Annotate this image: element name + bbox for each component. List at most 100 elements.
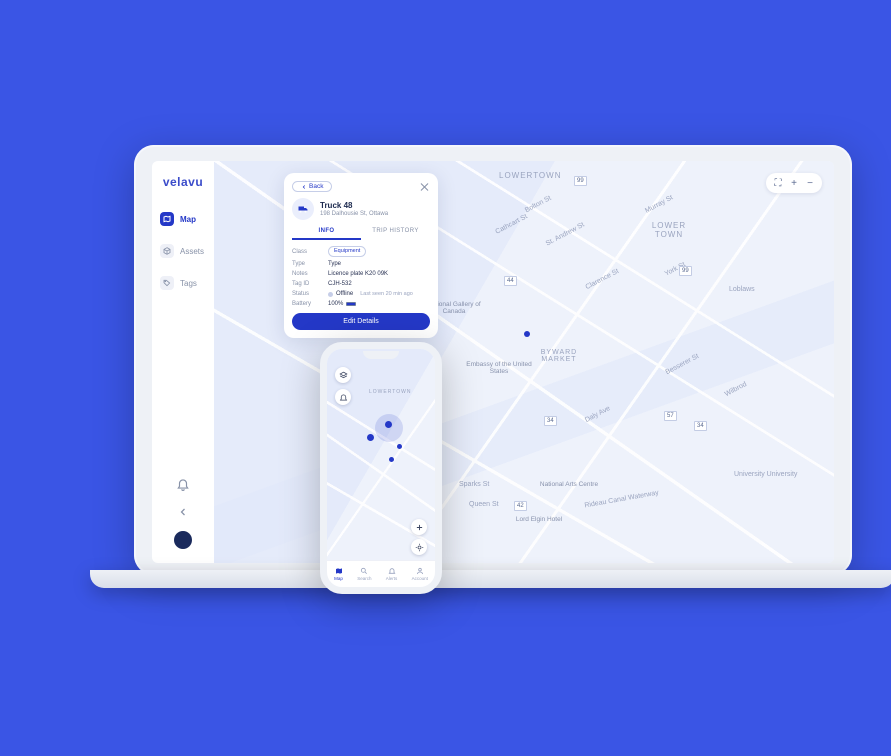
phone-tab-map[interactable]: Map (334, 567, 343, 581)
battery-icon (346, 302, 356, 306)
laptop-frame: velavu Map Assets Ta (134, 145, 852, 575)
map-zoom-out-button[interactable]: − (804, 177, 816, 189)
sidebar-item-tags[interactable]: Tags (152, 273, 214, 293)
field-value-status: Offline (336, 291, 353, 297)
asset-title: Truck 48 (320, 201, 388, 210)
phone-add-button[interactable] (411, 519, 427, 535)
field-value-notes: Licence plate K20 09K (328, 271, 388, 277)
street-cathcart: Cathcart St (494, 213, 528, 236)
field-value-tagid: CJH-532 (328, 281, 352, 287)
phone-tab-account[interactable]: Account (412, 567, 428, 581)
back-button[interactable]: Back (292, 181, 332, 192)
route-99b: 99 (679, 266, 692, 276)
map-zoom-in-button[interactable]: + (788, 177, 800, 189)
area-label-lowertown: LOWERTOWN (499, 171, 561, 180)
poi-nac: National Arts Centre (534, 481, 604, 488)
field-label-notes: Notes (292, 271, 328, 277)
tab-trip-history[interactable]: TRIP HISTORY (361, 228, 430, 240)
field-value-class: Equipment (328, 246, 366, 257)
phone-tab-bar: Map Search Alerts Account (327, 561, 435, 587)
phone-locate-button[interactable] (411, 539, 427, 555)
phone-map-canvas[interactable]: LOWERTOWN (327, 349, 435, 587)
route-99: 99 (574, 176, 587, 186)
phone-area-label: LOWERTOWN (369, 389, 411, 395)
phone-frame: LOWERTOWN Map (320, 342, 442, 594)
phone-tab-label: Search (357, 576, 371, 581)
street-bolton: Bolton St (524, 195, 552, 215)
street-daly: Daly Ave (584, 405, 612, 424)
poi-lordelgin: Lord Elgin Hotel (509, 516, 569, 523)
laptop-base (90, 570, 891, 588)
sidebar-item-map[interactable]: Map (152, 209, 214, 229)
tag-icon (160, 276, 174, 290)
asset-pin[interactable] (524, 331, 530, 337)
app-screen: velavu Map Assets Ta (152, 161, 834, 563)
sidebar-item-assets[interactable]: Assets (152, 241, 214, 261)
close-icon[interactable] (420, 182, 430, 192)
phone-location-halo (375, 414, 403, 442)
street-queen: Queen St (469, 501, 499, 508)
phone-tab-label: Alerts (386, 576, 398, 581)
back-button-label: Back (309, 183, 323, 190)
street-sparks: Sparks St (459, 481, 489, 488)
area-label-lowertown2: LOWER TOWN (644, 221, 694, 239)
tab-info[interactable]: INFO (292, 228, 361, 240)
street-wilbrod: Wilbrod (724, 381, 748, 398)
cube-icon (160, 244, 174, 258)
phone-pin-1[interactable] (367, 434, 374, 441)
field-label-tagid: Tag ID (292, 281, 328, 287)
truck-icon (292, 198, 314, 220)
map-zoom-controls: ⛶ + − (766, 173, 822, 193)
map-icon (160, 212, 174, 226)
bell-icon[interactable] (176, 477, 190, 491)
sidebar: velavu Map Assets Ta (152, 161, 214, 563)
phone-tab-label: Map (334, 576, 343, 581)
route-57: 57 (664, 411, 677, 421)
map-icon (335, 567, 343, 575)
street-clarence: Clarence St (584, 268, 620, 291)
phone-layers-button[interactable] (335, 367, 351, 383)
route-34: 34 (544, 416, 557, 426)
map-recenter-button[interactable]: ⛶ (772, 177, 784, 189)
poi-loblaws: Loblaws (729, 286, 755, 293)
sidebar-item-label: Tags (180, 279, 197, 288)
status-note: Last seen 20 min ago (360, 291, 413, 297)
search-icon (360, 567, 368, 575)
route-44: 44 (504, 276, 517, 286)
field-value-type: Type (328, 261, 341, 267)
field-value-battery: 100% (328, 301, 343, 307)
phone-pin-3[interactable] (389, 457, 394, 462)
asset-detail-panel: Back Truck 48 198 Dalhousie St, Ottawa (284, 173, 438, 338)
phone-alerts-button[interactable] (335, 389, 351, 405)
sidebar-item-label: Map (180, 215, 196, 224)
field-label-class: Class (292, 249, 328, 255)
area-label-byward: BYWARD MARKET (534, 349, 584, 363)
avatar[interactable] (174, 531, 192, 549)
bell-icon (388, 567, 396, 575)
edit-details-button[interactable]: Edit Details (292, 313, 430, 330)
street-murray: Murray St (644, 194, 674, 214)
field-label-battery: Battery (292, 301, 328, 307)
phone-tab-alerts[interactable]: Alerts (386, 567, 398, 581)
status-dot-icon (328, 292, 333, 297)
brand-logo: velavu (163, 175, 203, 189)
street-besserer: Besserer St (664, 353, 700, 376)
poi-embassy: Embassy of the United States (464, 361, 534, 375)
sidebar-item-label: Assets (180, 247, 204, 256)
phone-tab-search[interactable]: Search (357, 567, 371, 581)
poi-rideau: Rideau Canal Waterway (584, 490, 659, 510)
phone-notch (363, 351, 399, 359)
route-42: 42 (514, 501, 527, 511)
asset-address: 198 Dalhousie St, Ottawa (320, 211, 388, 217)
chevron-left-icon[interactable] (177, 505, 189, 517)
user-icon (416, 567, 424, 575)
map-canvas[interactable]: LOWERTOWN LOWER TOWN BYWARD MARKET Bolto… (214, 161, 834, 563)
phone-pin-4[interactable] (397, 444, 402, 449)
phone-pin-2[interactable] (385, 421, 392, 428)
street-standrew: St. Andrew St (545, 221, 586, 247)
route-34b: 34 (694, 421, 707, 431)
field-label-status: Status (292, 291, 328, 297)
phone-tab-label: Account (412, 576, 428, 581)
field-label-type: Type (292, 261, 328, 267)
poi-univ: University University (734, 471, 789, 478)
